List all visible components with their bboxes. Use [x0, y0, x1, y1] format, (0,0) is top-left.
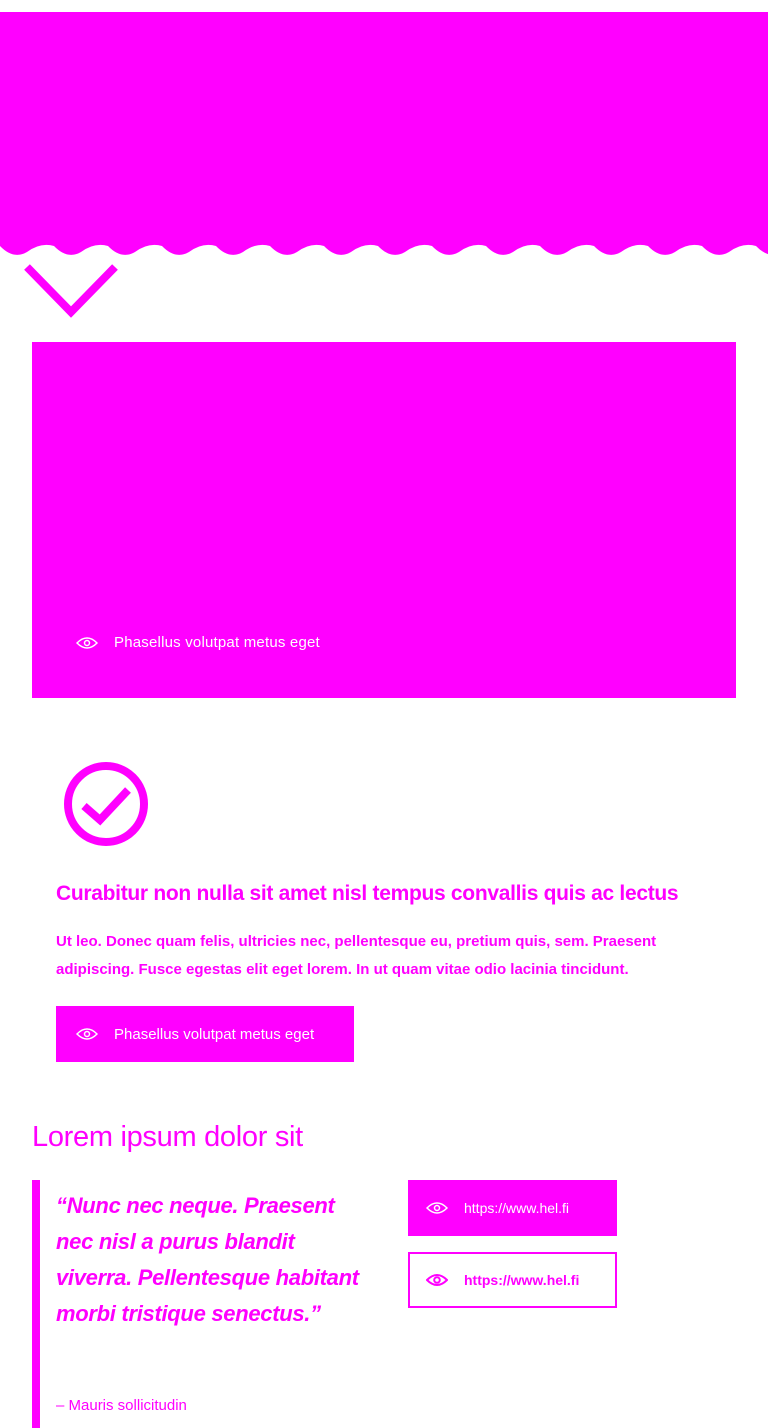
- chevron-down-icon[interactable]: [22, 262, 120, 320]
- quote-accent-bar: [32, 1180, 40, 1428]
- quote-author: – Mauris sollicitudin: [56, 1397, 187, 1414]
- eye-icon: [426, 1274, 448, 1286]
- card-title: Curabitur non nulla sit amet nisl tempus…: [56, 882, 679, 905]
- link-label: https://www.hel.fi: [464, 1272, 580, 1288]
- card-action-label: Phasellus volutpat metus eget: [114, 1025, 315, 1043]
- check-circle-icon: [64, 762, 148, 846]
- eye-icon: [76, 1028, 98, 1040]
- media-caption-text: Phasellus volutpat metus eget: [114, 634, 320, 651]
- eye-icon: [426, 1202, 448, 1214]
- hero-banner: [0, 12, 768, 244]
- link-label: https://www.hel.fi: [464, 1200, 570, 1216]
- link-button-outline[interactable]: https://www.hel.fi: [408, 1252, 617, 1308]
- card-action-button[interactable]: Phasellus volutpat metus eget: [56, 1006, 354, 1062]
- hero-wave-edge: [0, 240, 768, 255]
- eye-icon: [76, 636, 98, 649]
- section-heading: Lorem ipsum dolor sit: [32, 1121, 303, 1153]
- media-image: Phasellus volutpat metus eget: [32, 342, 736, 698]
- media-caption: Phasellus volutpat metus eget: [76, 634, 320, 651]
- card-description: Ut leo. Donec quam felis, ultricies nec,…: [56, 933, 657, 978]
- quote-text: “Nunc nec neque. Praesent nec nisl a pur…: [56, 1193, 359, 1326]
- link-button-filled[interactable]: https://www.hel.fi: [408, 1180, 617, 1236]
